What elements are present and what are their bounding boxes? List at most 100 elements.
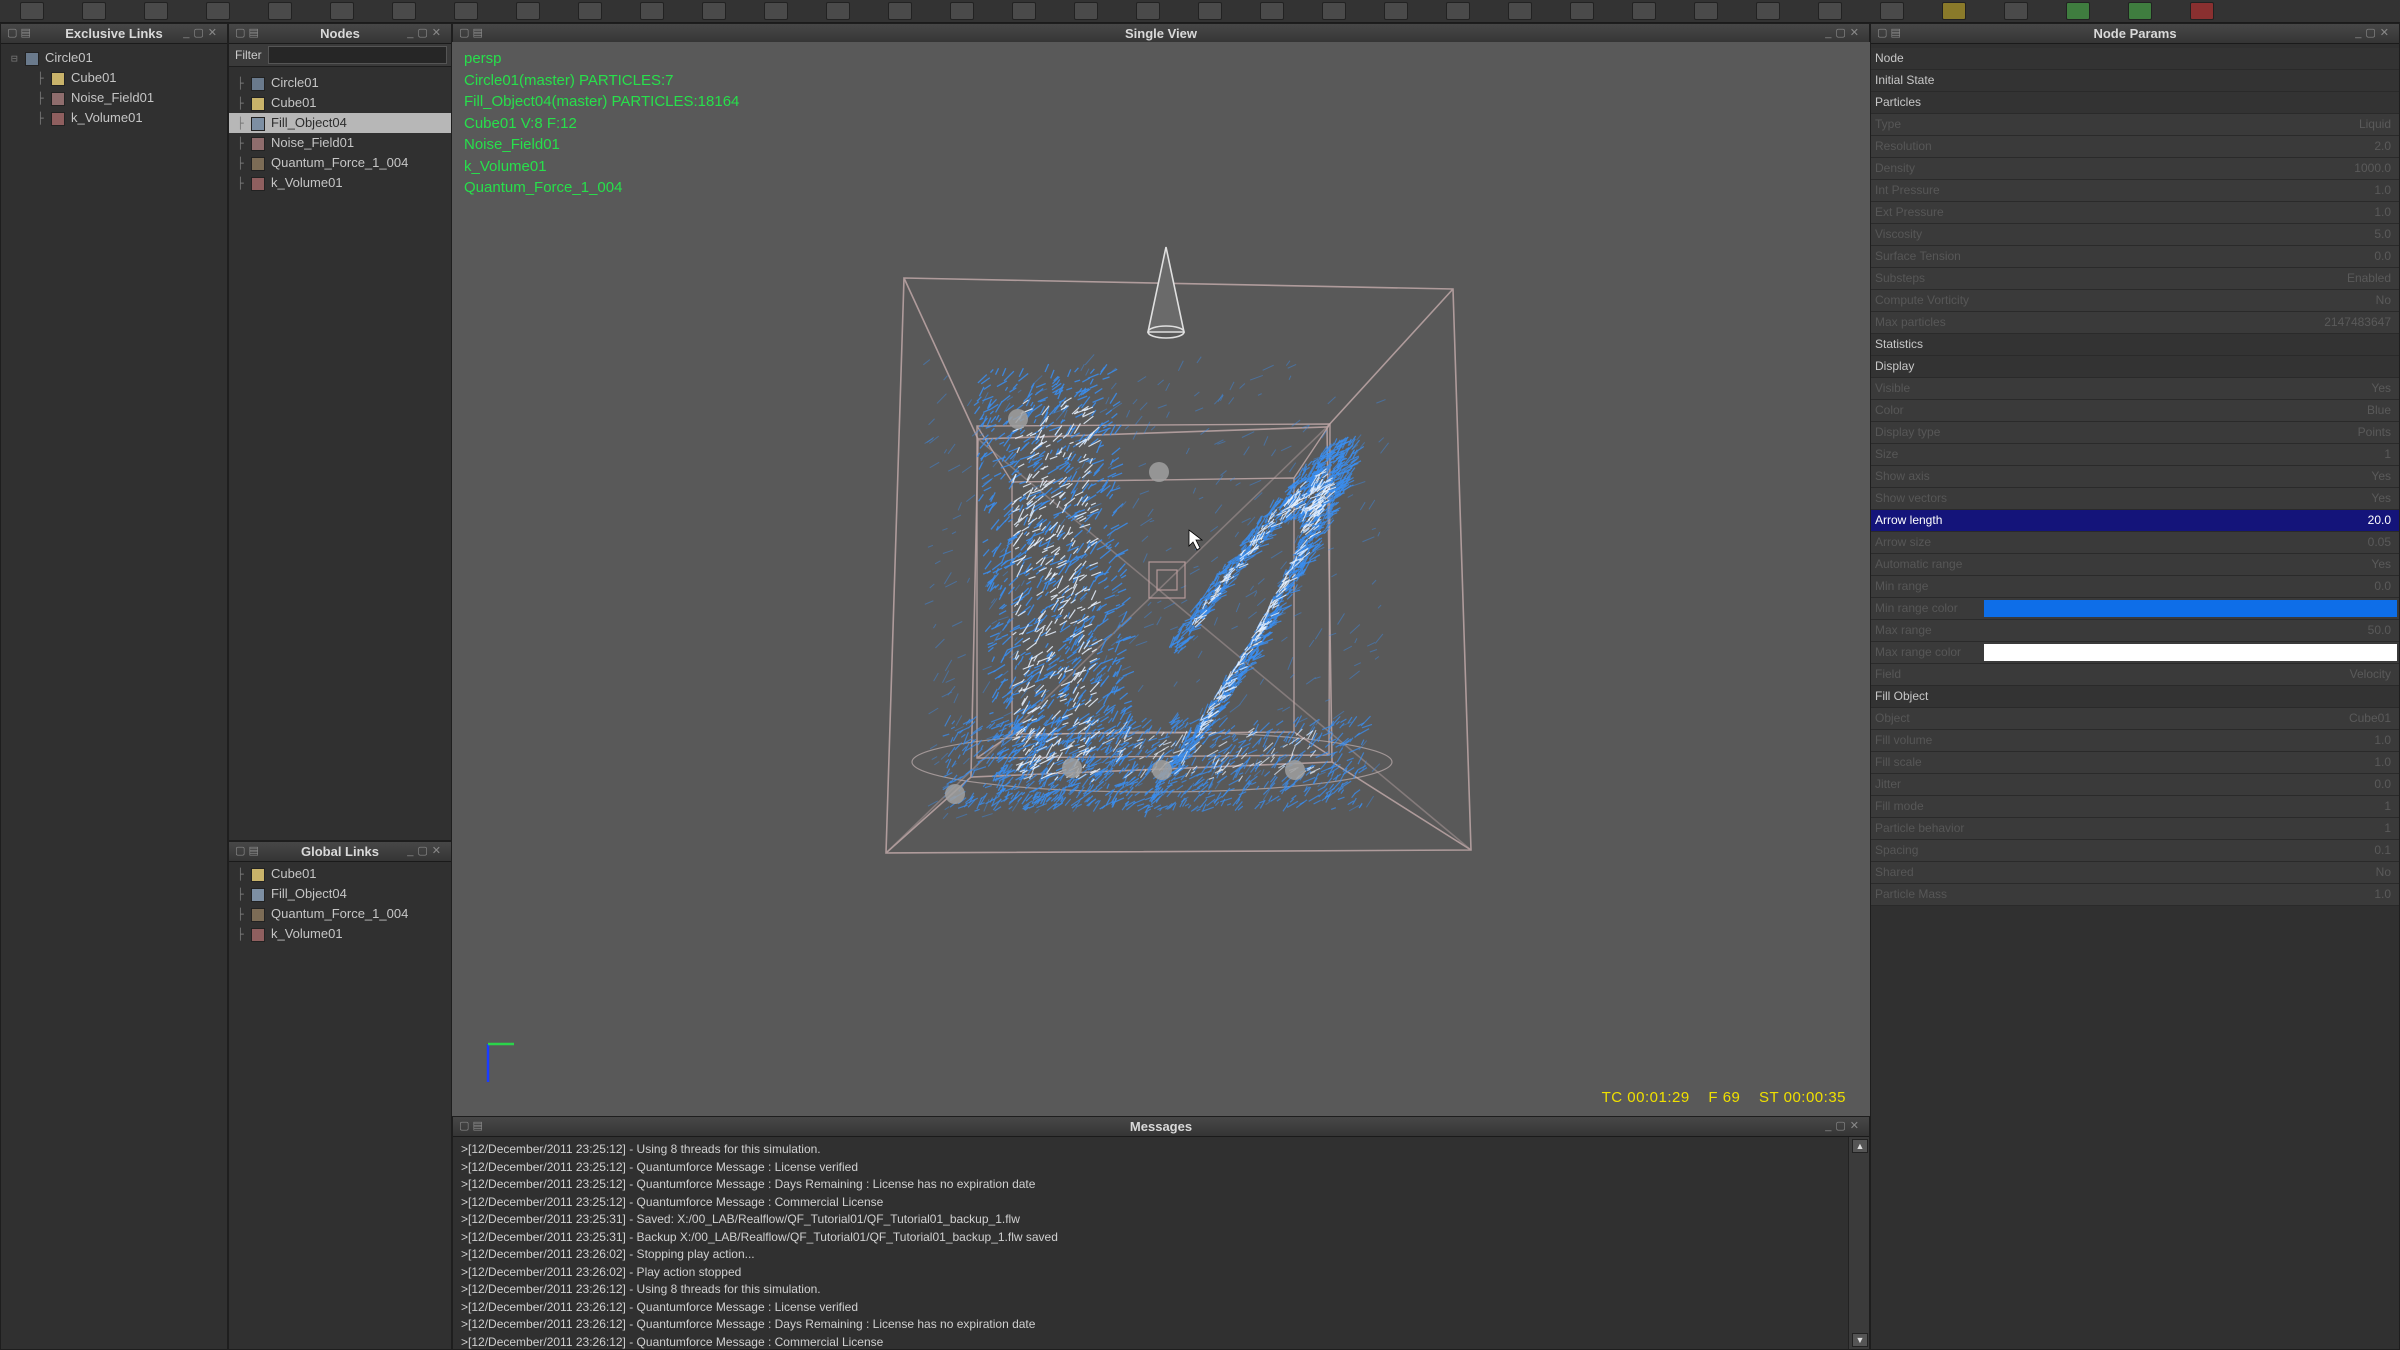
toolbar-button[interactable] <box>2004 2 2028 20</box>
param-row[interactable]: Color Blue <box>1871 400 2399 422</box>
param-value[interactable]: Velocity <box>2350 664 2391 685</box>
toolbar-button[interactable] <box>330 2 354 20</box>
param-row[interactable]: Particle Mass 1.0 <box>1871 884 2399 906</box>
param-row[interactable]: Fill scale 1.0 <box>1871 752 2399 774</box>
param-row[interactable]: Fill mode 1 <box>1871 796 2399 818</box>
param-value[interactable]: Yes <box>2371 378 2391 399</box>
param-row[interactable]: Automatic range Yes <box>1871 554 2399 576</box>
param-value[interactable]: Liquid <box>2359 114 2391 135</box>
toolbar-button[interactable] <box>1074 2 1098 20</box>
toolbar-button[interactable] <box>1942 2 1966 20</box>
param-value[interactable]: 20.0 <box>2368 510 2391 531</box>
panel-window-controls[interactable]: _▢✕ <box>2355 24 2393 43</box>
panel-window-controls[interactable]: _▢✕ <box>183 24 221 43</box>
toolbar-button[interactable] <box>1880 2 1904 20</box>
param-row[interactable]: Visible Yes <box>1871 378 2399 400</box>
param-row[interactable]: Max range color <box>1871 642 2399 664</box>
param-value[interactable]: 2.0 <box>2374 136 2391 157</box>
tree-item[interactable]: ├ Cube01 <box>1 68 227 88</box>
tree-item[interactable]: ├ Fill_Object04 <box>229 113 451 133</box>
param-section[interactable]: Initial State <box>1871 70 2399 92</box>
param-row[interactable]: Type Liquid <box>1871 114 2399 136</box>
toolbar-button[interactable] <box>1756 2 1780 20</box>
param-row[interactable]: Size 1 <box>1871 444 2399 466</box>
param-row[interactable]: Jitter 0.0 <box>1871 774 2399 796</box>
param-value[interactable]: No <box>2376 862 2391 883</box>
tree-item[interactable]: ├ k_Volume01 <box>229 924 451 944</box>
toolbar-button[interactable] <box>2066 2 2090 20</box>
tree-item[interactable]: ├ Fill_Object04 <box>229 884 451 904</box>
param-value[interactable]: Yes <box>2371 466 2391 487</box>
param-row[interactable]: Spacing 0.1 <box>1871 840 2399 862</box>
toolbar-button[interactable] <box>454 2 478 20</box>
messages-scrollbar[interactable]: ▲ ▼ <box>1848 1137 1869 1349</box>
param-row[interactable]: Particle behavior 1 <box>1871 818 2399 840</box>
color-swatch[interactable] <box>1984 600 2397 617</box>
tree-item[interactable]: ├ Noise_Field01 <box>1 88 227 108</box>
param-row[interactable]: Int Pressure 1.0 <box>1871 180 2399 202</box>
panel-window-controls[interactable]: _▢✕ <box>407 842 445 861</box>
param-row[interactable]: Min range 0.0 <box>1871 576 2399 598</box>
tree-item[interactable]: ├ Noise_Field01 <box>229 133 451 153</box>
toolbar-button[interactable] <box>516 2 540 20</box>
panel-menu-icon[interactable]: ▢ ▤ <box>7 24 31 43</box>
param-value[interactable]: 1 <box>2384 796 2391 817</box>
toolbar-button[interactable] <box>1508 2 1532 20</box>
panel-menu-icon[interactable]: ▢ ▤ <box>1877 24 1901 43</box>
param-row[interactable]: Resolution 2.0 <box>1871 136 2399 158</box>
tree-item[interactable]: ├ Circle01 <box>229 73 451 93</box>
panel-menu-icon[interactable]: ▢ ▤ <box>235 24 259 43</box>
param-row[interactable]: Shared No <box>1871 862 2399 884</box>
param-value[interactable]: Enabled <box>2347 268 2391 289</box>
param-value[interactable]: 50.0 <box>2368 620 2391 641</box>
param-value[interactable]: Cube01 <box>2349 708 2391 729</box>
toolbar-button[interactable] <box>1012 2 1036 20</box>
param-value[interactable]: 5.0 <box>2374 224 2391 245</box>
param-row[interactable]: Surface Tension 0.0 <box>1871 246 2399 268</box>
param-section[interactable]: Statistics <box>1871 334 2399 356</box>
toolbar-button[interactable] <box>764 2 788 20</box>
param-value[interactable]: No <box>2376 290 2391 311</box>
3d-viewport[interactable]: persp Circle01(master) PARTICLES:7 Fill_Ob… <box>452 42 1870 1116</box>
panel-window-controls[interactable]: _▢✕ <box>1825 24 1863 43</box>
filter-input[interactable] <box>267 46 447 64</box>
tree-item[interactable]: ⊟ Circle01 <box>1 48 227 68</box>
param-value[interactable]: Points <box>2358 422 2391 443</box>
param-row[interactable]: Ext Pressure 1.0 <box>1871 202 2399 224</box>
param-value[interactable]: 0.1 <box>2374 840 2391 861</box>
toolbar-button[interactable] <box>1446 2 1470 20</box>
toolbar-button[interactable] <box>392 2 416 20</box>
param-row[interactable]: Density 1000.0 <box>1871 158 2399 180</box>
toolbar-button[interactable] <box>82 2 106 20</box>
panel-window-controls[interactable]: _▢✕ <box>1825 1117 1863 1136</box>
param-row[interactable]: Fill volume 1.0 <box>1871 730 2399 752</box>
scroll-up-icon[interactable]: ▲ <box>1852 1139 1868 1153</box>
param-row[interactable]: Min range color <box>1871 598 2399 620</box>
param-value[interactable]: 1.0 <box>2374 180 2391 201</box>
param-section[interactable]: Display <box>1871 356 2399 378</box>
toolbar-button[interactable] <box>1570 2 1594 20</box>
param-value[interactable]: 1 <box>2384 444 2391 465</box>
toolbar-button[interactable] <box>20 2 44 20</box>
param-row[interactable]: Show vectors Yes <box>1871 488 2399 510</box>
toolbar-button[interactable] <box>206 2 230 20</box>
tree-item[interactable]: ├ k_Volume01 <box>1 108 227 128</box>
panel-menu-icon[interactable]: ▢ ▤ <box>459 24 483 43</box>
toolbar-button[interactable] <box>702 2 726 20</box>
scroll-down-icon[interactable]: ▼ <box>1852 1333 1868 1347</box>
toolbar-button[interactable] <box>2190 2 2214 20</box>
toolbar-button[interactable] <box>888 2 912 20</box>
toolbar-button[interactable] <box>1818 2 1842 20</box>
param-row[interactable]: Substeps Enabled <box>1871 268 2399 290</box>
toolbar-button[interactable] <box>1136 2 1160 20</box>
param-row[interactable]: Display type Points <box>1871 422 2399 444</box>
param-value[interactable]: 0.0 <box>2374 576 2391 597</box>
param-value[interactable]: 1000.0 <box>2354 158 2391 179</box>
tree-item[interactable]: ├ Quantum_Force_1_004 <box>229 904 451 924</box>
toolbar-button[interactable] <box>1384 2 1408 20</box>
param-value[interactable]: 0.05 <box>2368 532 2391 553</box>
param-row[interactable]: Arrow length 20.0 <box>1871 510 2399 532</box>
toolbar-button[interactable] <box>144 2 168 20</box>
toolbar-button[interactable] <box>268 2 292 20</box>
param-value[interactable]: Yes <box>2371 488 2391 509</box>
